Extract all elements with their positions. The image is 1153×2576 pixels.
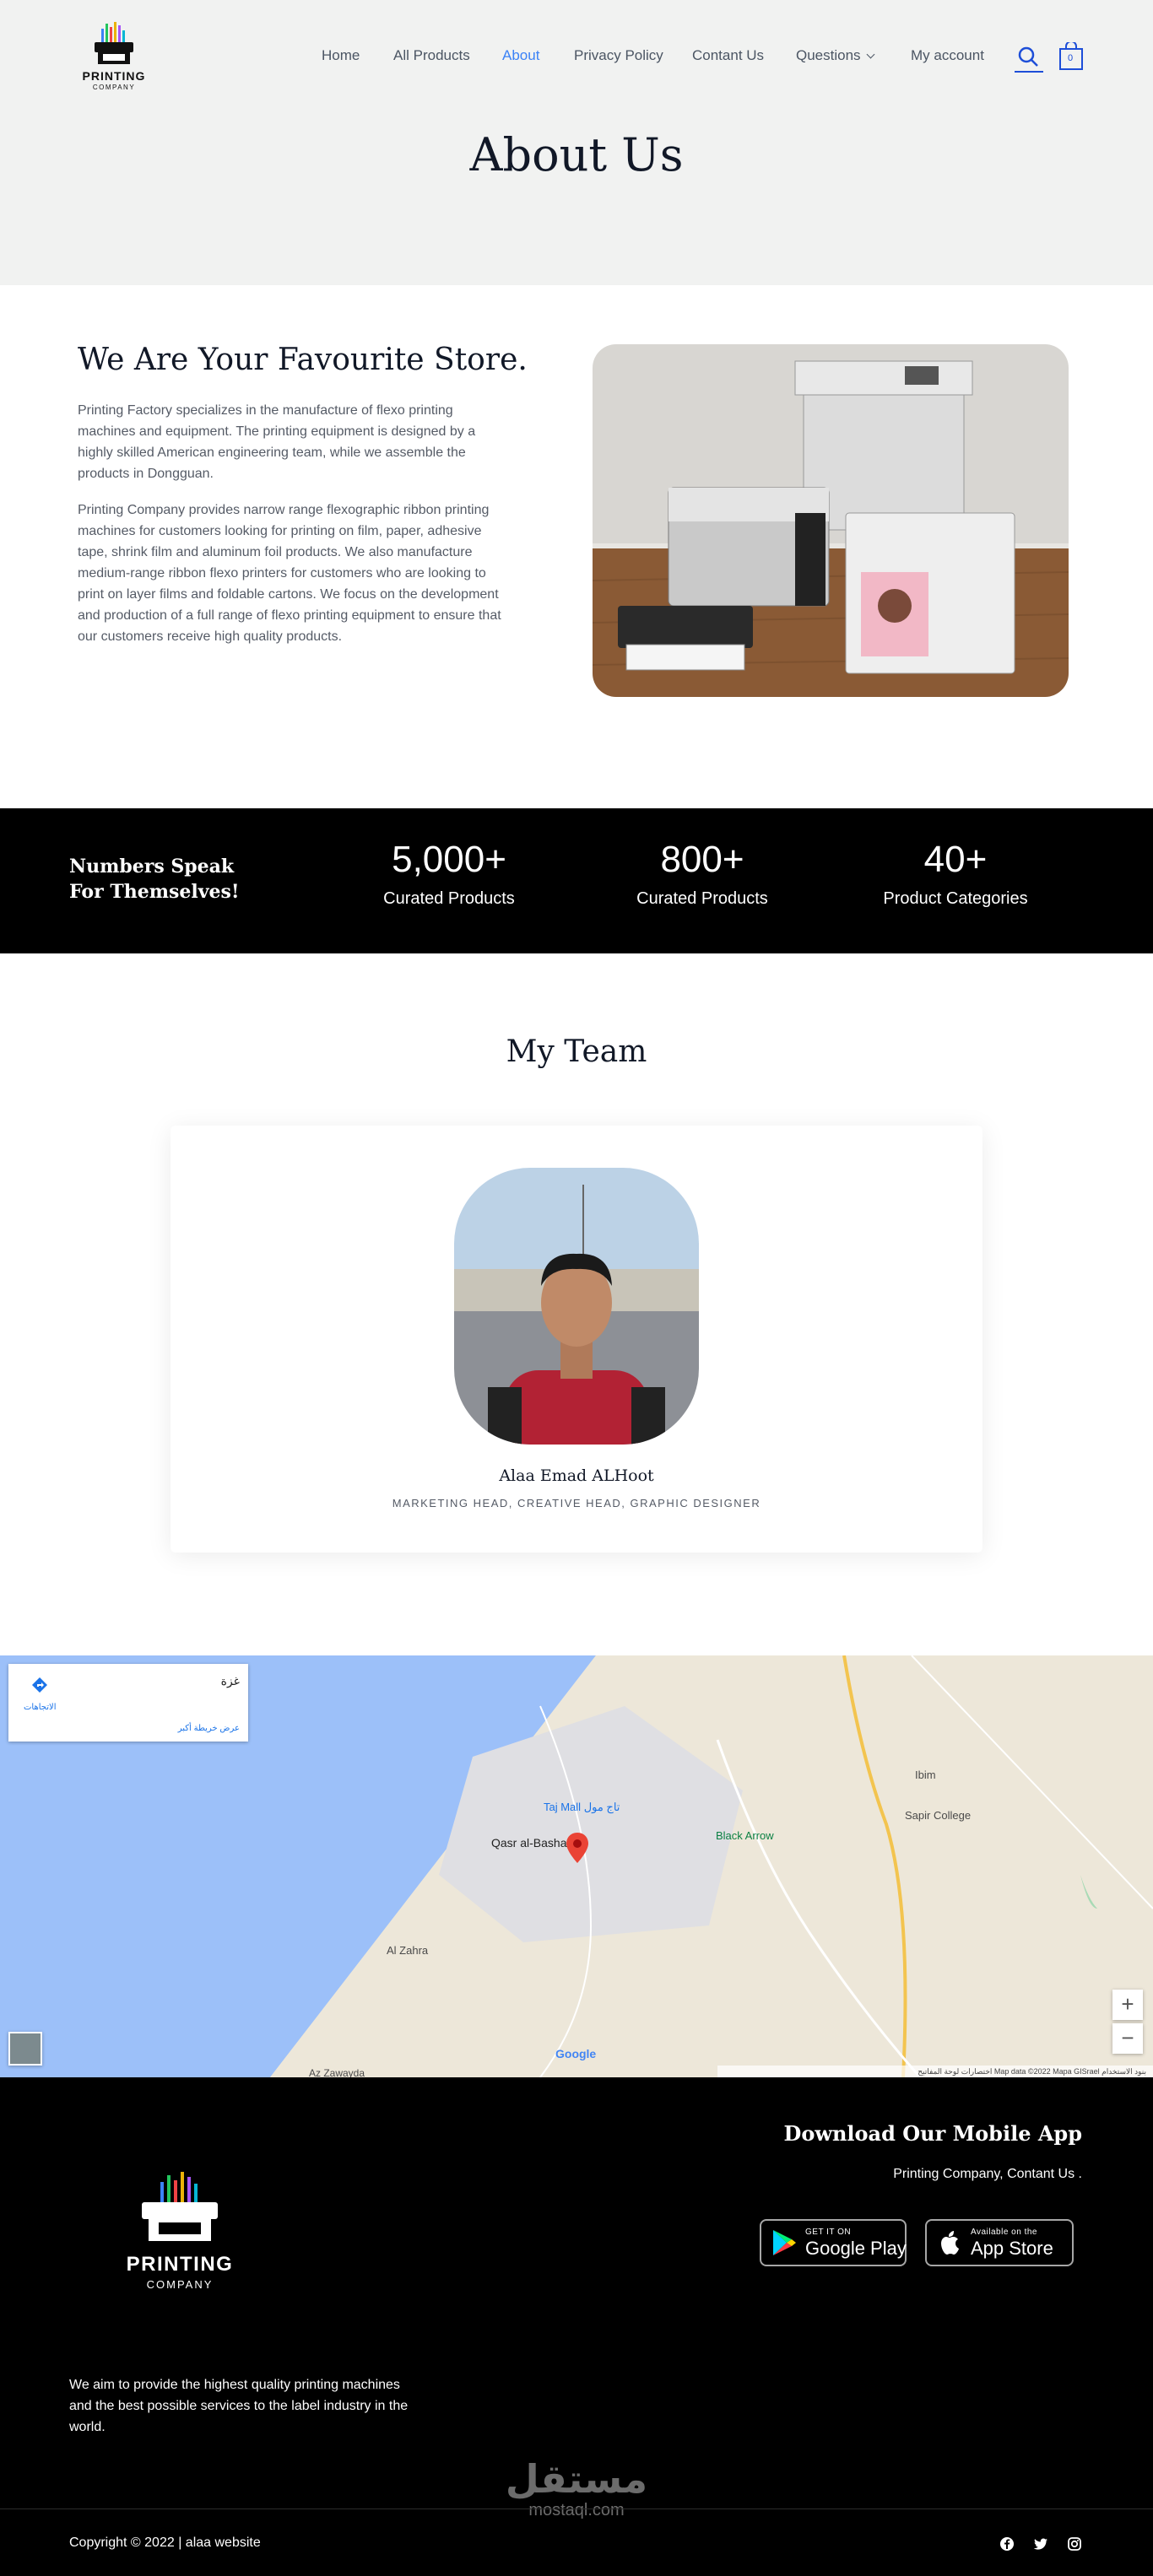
stat-value: 800+ xyxy=(660,839,744,880)
apple-icon xyxy=(941,2231,959,2255)
directions-link[interactable]: الاتجاهات xyxy=(24,1703,57,1712)
stat-value: 5,000+ xyxy=(392,839,506,880)
watermark-arabic: مستقل xyxy=(505,2456,648,2502)
nav-my-account[interactable]: My account xyxy=(911,47,984,64)
app-store-small-text: Available on the xyxy=(971,2228,1037,2237)
stat-label: Curated Products xyxy=(636,889,768,908)
map-attribution: اختصارات لوحة المفاتيح Map data ©2022 Ma… xyxy=(717,2066,1153,2077)
satellite-toggle[interactable] xyxy=(8,2032,42,2066)
site-footer: Download Our Mobile App Printing Company… xyxy=(0,2077,1153,2576)
logo-subtext: COMPANY xyxy=(92,84,136,91)
team-member-card: Alaa Emad ALHoot MARKETING HEAD, CREATIV… xyxy=(171,1126,982,1553)
team-member-name: Alaa Emad ALHoot xyxy=(499,1466,654,1485)
about-paragraph-2: Printing Company provides narrow range f… xyxy=(78,503,501,644)
map-label-blackarrow: Black Arrow xyxy=(716,1829,774,1842)
larger-map-link[interactable]: عرض خريطة أكبر xyxy=(178,1724,240,1733)
footer-about-text: We aim to provide the highest quality pr… xyxy=(69,2378,409,2434)
stat-item: 40+ Product Categories xyxy=(854,839,1057,909)
nav-privacy-policy[interactable]: Privacy Policy xyxy=(574,47,663,64)
instagram-icon[interactable] xyxy=(1067,2536,1082,2552)
cart-button[interactable]: 0 xyxy=(1058,41,1084,71)
search-icon xyxy=(1018,46,1038,67)
about-heading: We Are Your Favourite Store. xyxy=(78,343,528,377)
printer-logo-icon xyxy=(142,2172,218,2241)
map-label-zahra: Al Zahra xyxy=(387,1944,429,1957)
nav-contact-us[interactable]: Contant Us xyxy=(692,47,764,64)
stats-heading: Numbers Speak For Themselves! xyxy=(69,856,240,903)
copyright-text: Copyright © 2022 | alaa website xyxy=(69,2535,261,2550)
zoom-out-button[interactable]: − xyxy=(1112,2023,1143,2054)
nav-about[interactable]: About xyxy=(502,47,539,64)
map-label-zawayda: Az Zawayda xyxy=(309,2067,365,2077)
facebook-icon[interactable] xyxy=(999,2536,1015,2552)
google-logo: Google xyxy=(555,2047,597,2060)
watermark: مستقل mostaql.com xyxy=(0,2457,1153,2520)
stat-item: 800+ Curated Products xyxy=(601,839,804,909)
printers-image xyxy=(593,344,1069,697)
avatar xyxy=(454,1168,699,1445)
footer-divider xyxy=(0,2508,1153,2509)
app-store-text: App Store xyxy=(971,2238,1053,2259)
stat-label: Product Categories xyxy=(883,889,1028,908)
map-pin-icon[interactable] xyxy=(566,1833,588,1863)
stat-label: Curated Products xyxy=(383,889,515,908)
nav-all-products[interactable]: All Products xyxy=(393,47,470,64)
chevron-down-icon xyxy=(866,50,874,59)
app-download-subtext: Printing Company, Contant Us . xyxy=(893,2167,1082,2181)
nav-questions[interactable]: Questions xyxy=(796,47,874,64)
google-play-small-text: GET IT ON xyxy=(805,2228,852,2237)
nav-questions-label: Questions xyxy=(796,47,861,63)
directions-icon[interactable] xyxy=(30,1676,49,1694)
about-paragraph-1: Printing Factory specializes in the manu… xyxy=(78,403,476,481)
twitter-icon[interactable] xyxy=(1033,2536,1048,2552)
main-nav: Home All Products About Privacy Policy C… xyxy=(0,47,1153,73)
app-download-heading: Download Our Mobile App xyxy=(783,2121,1083,2146)
team-heading: My Team xyxy=(506,1034,647,1069)
map-label-gaza: Qasr al-Basha xyxy=(491,1836,567,1850)
app-store-button[interactable]: Available on the App Store xyxy=(925,2219,1074,2266)
team-member-role: MARKETING HEAD, CREATIVE HEAD, GRAPHIC D… xyxy=(392,1497,761,1509)
watermark-latin: mostaql.com xyxy=(528,2501,625,2519)
embedded-map[interactable]: Qasr al-Basha Taj Mall تاج مول Black Arr… xyxy=(0,1655,1153,2077)
cart-count-badge: 0 xyxy=(1067,53,1074,63)
stats-section: Numbers Speak For Themselves! 5,000+ Cur… xyxy=(0,808,1153,953)
google-play-icon xyxy=(773,2230,796,2255)
footer-logo-subtext: COMPANY xyxy=(146,2278,214,2291)
map-label-ibim: Ibim xyxy=(915,1769,936,1781)
zoom-in-button[interactable]: + xyxy=(1112,1990,1143,2020)
nav-home[interactable]: Home xyxy=(322,47,360,64)
search-button[interactable] xyxy=(1015,44,1043,73)
google-play-button[interactable]: GET IT ON Google Play xyxy=(760,2219,907,2266)
footer-logo-text: PRINTING xyxy=(126,2253,234,2276)
map-info-card: غزة الاتجاهات عرض خريطة أكبر xyxy=(8,1664,248,1742)
google-play-text: Google Play xyxy=(805,2238,907,2259)
footer-logo[interactable]: PRINTING COMPANY xyxy=(116,2170,243,2297)
page-header: PRINTING COMPANY Home All Products About… xyxy=(0,0,1153,285)
map-label-tajmall: Taj Mall تاج مول xyxy=(544,1801,620,1813)
map-label-sapir: Sapir College xyxy=(905,1809,972,1822)
stat-item: 5,000+ Curated Products xyxy=(348,839,550,909)
map-place-name: غزة xyxy=(220,1674,240,1688)
page-title: About Us xyxy=(469,128,684,181)
stat-value: 40+ xyxy=(923,839,988,880)
